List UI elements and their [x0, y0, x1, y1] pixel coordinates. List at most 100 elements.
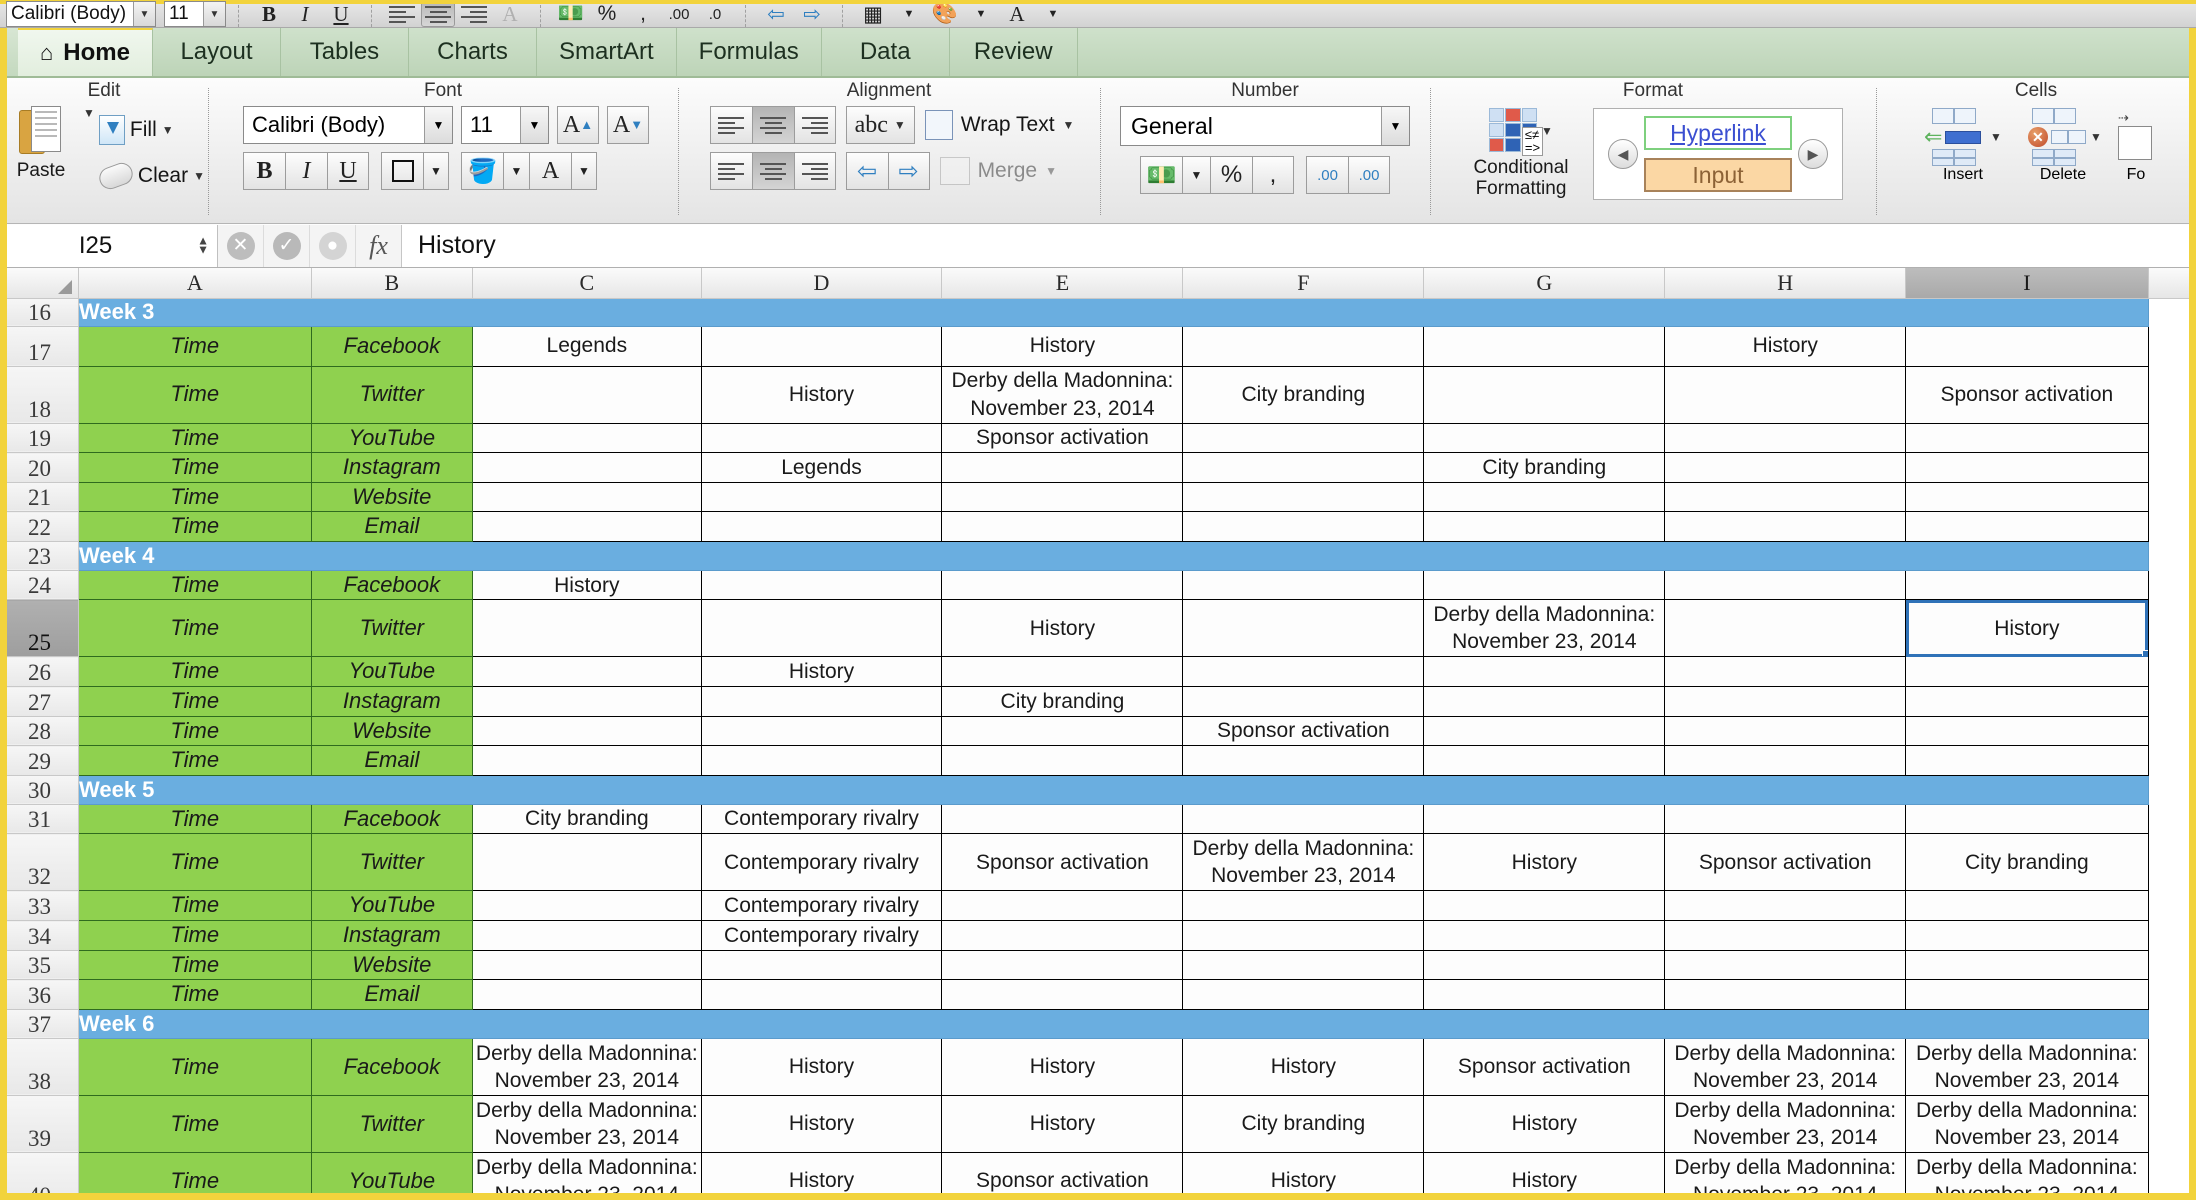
tab-charts[interactable]: Charts	[408, 28, 537, 76]
cell-F19[interactable]	[1182, 422, 1425, 454]
conditional-formatting-button[interactable]: ≤≠ => ▼ Conditional Formatting	[1463, 108, 1579, 200]
shrink-font-button[interactable]: A ▼	[607, 106, 649, 144]
cell-E27[interactable]: City branding	[941, 686, 1184, 717]
cell-C18[interactable]	[472, 365, 702, 424]
cell-C32[interactable]	[472, 833, 702, 892]
cell-E26[interactable]	[941, 656, 1184, 688]
cell-D29[interactable]	[700, 745, 943, 776]
cell-F36[interactable]	[1182, 979, 1425, 1010]
cell-C21[interactable]	[472, 481, 702, 513]
align-center-button[interactable]	[421, 1, 455, 27]
cell-F38[interactable]: History	[1182, 1037, 1425, 1096]
cell-A19[interactable]: Time	[77, 422, 312, 454]
cell-B39[interactable]: Twitter	[310, 1094, 474, 1153]
percent-button[interactable]: %	[1210, 156, 1252, 194]
cell-F24[interactable]	[1182, 569, 1425, 601]
cell-B26[interactable]: YouTube	[310, 656, 474, 688]
chevron-down-icon[interactable]: ▼	[1045, 164, 1057, 178]
cell-E29[interactable]	[941, 745, 1184, 776]
cell-A33[interactable]: Time	[77, 890, 312, 922]
grow-font-button[interactable]: A ▲	[557, 106, 599, 144]
cell-A38[interactable]: Time	[77, 1037, 312, 1096]
align-left-button[interactable]	[385, 1, 419, 27]
cell-C31[interactable]: City branding	[472, 803, 702, 835]
percent-button[interactable]: %	[590, 1, 624, 27]
cell-G27[interactable]	[1423, 686, 1666, 717]
font-color-icon[interactable]: A	[1000, 1, 1034, 27]
cell-C29[interactable]	[472, 745, 702, 776]
cell-H32[interactable]: Sponsor activation	[1664, 833, 1907, 892]
cell-I17[interactable]	[1905, 325, 2149, 367]
cell-E28[interactable]	[941, 715, 1184, 747]
cell-I28[interactable]	[1905, 715, 2149, 747]
chevron-down-icon[interactable]: ▼	[424, 107, 452, 143]
cell-D20[interactable]: Legends	[700, 452, 943, 483]
formula-builder-button[interactable]: ●	[310, 224, 356, 267]
row-header-33[interactable]: 33	[0, 890, 79, 922]
cell-E32[interactable]: Sponsor activation	[941, 833, 1184, 892]
column-header-G[interactable]: G	[1423, 268, 1666, 299]
cell-G32[interactable]: History	[1423, 833, 1666, 892]
cell-E18[interactable]: Derby della Madonnina: November 23, 2014	[941, 365, 1184, 424]
increase-indent-icon[interactable]: ⇨	[795, 1, 829, 27]
cell-G17[interactable]	[1423, 325, 1666, 367]
cell-G33[interactable]	[1423, 890, 1666, 922]
increase-decimal-button[interactable]: .0	[698, 1, 732, 27]
cell-G25[interactable]: Derby della Madonnina: November 23, 2014	[1423, 599, 1666, 658]
align-top-button[interactable]	[709, 106, 752, 144]
styles-next-button[interactable]: ▶	[1798, 139, 1828, 169]
row-header-20[interactable]: 20	[0, 452, 79, 483]
cell-E25[interactable]: History	[941, 599, 1184, 658]
cell-A32[interactable]: Time	[77, 833, 312, 892]
cell-B25[interactable]: Twitter	[310, 599, 474, 658]
chevron-down-icon[interactable]: ▼	[964, 1, 998, 27]
font-size-input[interactable]: 11 ▼	[461, 106, 549, 144]
cell-D24[interactable]	[700, 569, 943, 601]
cell-D25[interactable]	[700, 599, 943, 658]
column-header-H[interactable]: H	[1664, 268, 1907, 299]
cell-E38[interactable]: History	[941, 1037, 1184, 1096]
insert-cells-button[interactable]: ⇐ ▼ Insert	[1916, 108, 2010, 184]
cell-G31[interactable]	[1423, 803, 1666, 835]
chevron-down-icon[interactable]: ▼	[1182, 156, 1210, 194]
cell-E22[interactable]	[941, 511, 1184, 542]
cell-A22[interactable]: Time	[77, 511, 312, 542]
cell-H31[interactable]	[1664, 803, 1907, 835]
selection-fill-handle[interactable]	[2141, 650, 2148, 656]
decrease-indent-button[interactable]: ⇦	[845, 152, 888, 190]
cell-F26[interactable]	[1182, 656, 1425, 688]
cell-F39[interactable]: City branding	[1182, 1094, 1425, 1153]
cell-A27[interactable]: Time	[77, 686, 312, 717]
cell-B35[interactable]: Website	[310, 949, 474, 981]
row-header-29[interactable]: 29	[0, 745, 79, 776]
row-header-27[interactable]: 27	[0, 686, 79, 717]
cell-A34[interactable]: Time	[77, 920, 312, 951]
decrease-decimal-button[interactable]: .00	[1306, 156, 1348, 194]
cell-I25[interactable]: History	[1905, 599, 2149, 658]
cell-C25[interactable]	[472, 599, 702, 658]
cell-D27[interactable]	[700, 686, 943, 717]
increase-decimal-button[interactable]: .00	[1348, 156, 1390, 194]
cell-D38[interactable]: History	[700, 1037, 943, 1096]
row-header-17[interactable]: 17	[0, 325, 79, 367]
align-middle-button[interactable]	[751, 106, 794, 144]
cell-I24[interactable]	[1905, 569, 2149, 601]
cell-H39[interactable]: Derby della Madonnina: November 23, 2014	[1664, 1094, 1907, 1153]
cell-G34[interactable]	[1423, 920, 1666, 951]
week-banner[interactable]: Week 5	[77, 774, 2149, 805]
row-header-37[interactable]: 37	[0, 1008, 79, 1039]
chevron-down-icon[interactable]: ▼	[423, 152, 449, 190]
cell-G21[interactable]	[1423, 481, 1666, 513]
cell-E20[interactable]	[941, 452, 1184, 483]
row-header-31[interactable]: 31	[0, 803, 79, 835]
cell-D19[interactable]	[700, 422, 943, 454]
row-header-34[interactable]: 34	[0, 920, 79, 951]
chevron-down-icon[interactable]: ▼	[133, 2, 155, 26]
cell-C35[interactable]	[472, 949, 702, 981]
cell-H26[interactable]	[1664, 656, 1907, 688]
insert-function-button[interactable]: fx	[356, 224, 402, 267]
cell-I34[interactable]	[1905, 920, 2149, 951]
cell-D17[interactable]	[700, 325, 943, 367]
delete-cells-button[interactable]: ✕ ▼ Delete	[2016, 108, 2110, 184]
cell-C19[interactable]	[472, 422, 702, 454]
